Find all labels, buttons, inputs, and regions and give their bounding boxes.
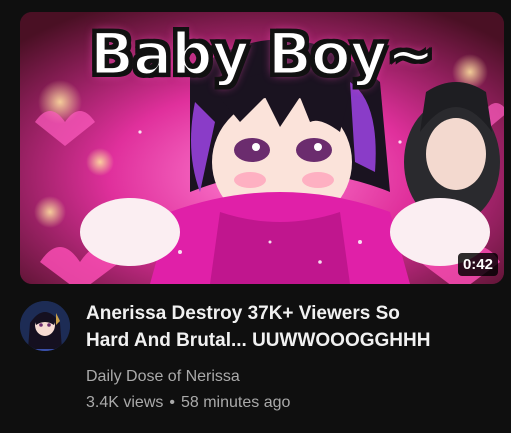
avatar-image — [20, 301, 70, 351]
duration-badge: 0:42 — [457, 253, 498, 276]
view-count: 3.4K views — [86, 394, 164, 411]
thumbnail-title-text: Baby Boy~ — [88, 19, 436, 90]
video-stats: 3.4K views • 58 minutes ago — [86, 392, 496, 414]
video-title-line-1: Anerissa Destroy 37K+ Viewers So — [86, 303, 400, 324]
separator-dot: • — [169, 394, 175, 411]
video-title-line-2: Hard And Brutal... UUWWOOOGGHHH — [86, 330, 431, 351]
channel-name[interactable]: Daily Dose of Nerissa — [86, 366, 496, 388]
video-card[interactable]: Baby Boy~ 0:42 Anerissa Destroy 37K+ Vie… — [0, 0, 511, 433]
video-meta: Anerissa Destroy 37K+ Viewers So Hard An… — [86, 300, 496, 414]
channel-avatar[interactable] — [20, 301, 70, 351]
video-thumbnail[interactable]: Baby Boy~ 0:42 — [20, 12, 504, 284]
upload-age: 58 minutes ago — [180, 394, 291, 411]
video-title[interactable]: Anerissa Destroy 37K+ Viewers So Hard An… — [86, 300, 496, 354]
